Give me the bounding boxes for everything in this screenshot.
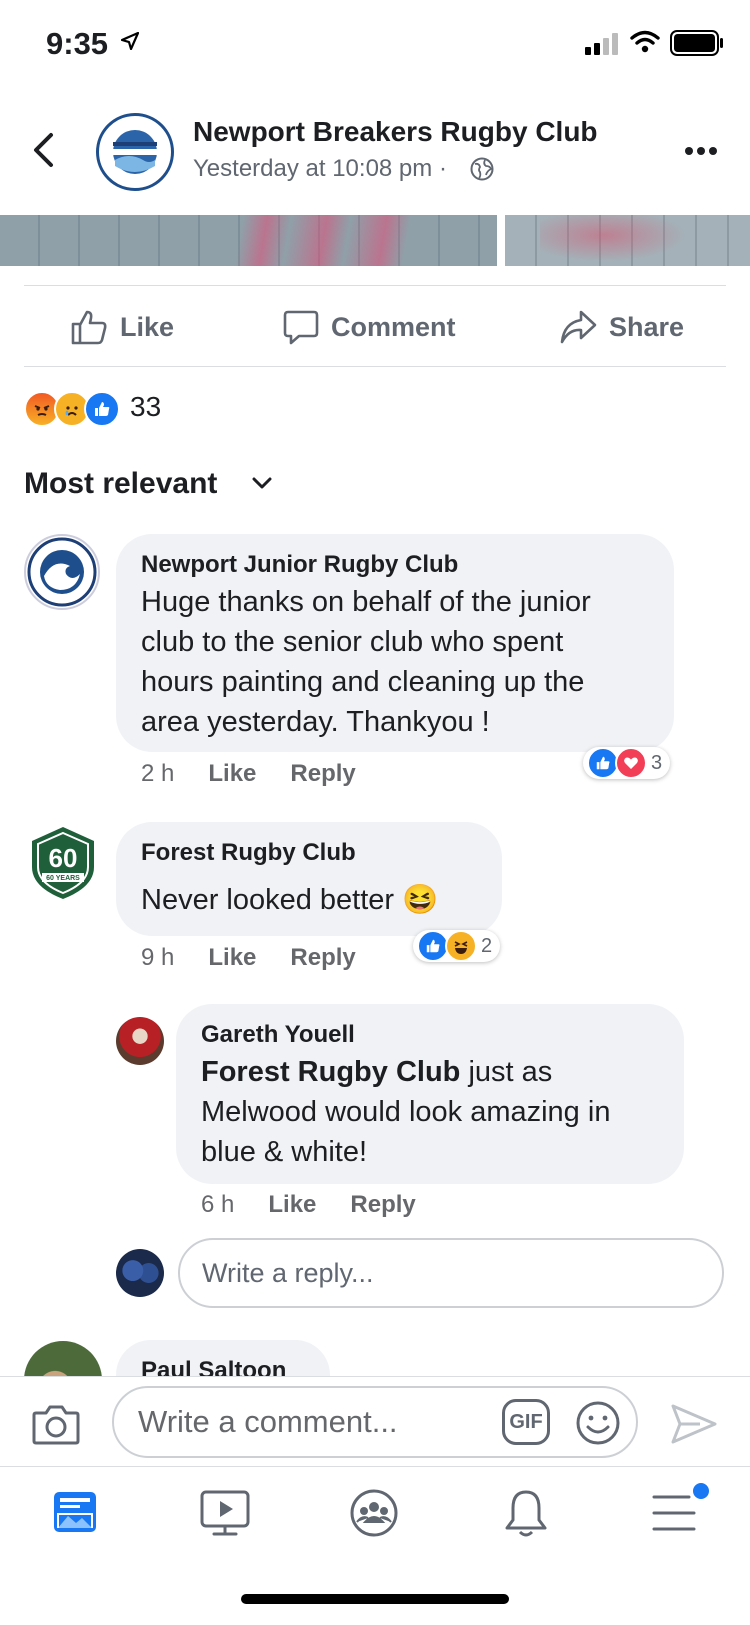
comment-button[interactable]: Comment — [283, 302, 456, 352]
reply-author[interactable]: Gareth Youell — [201, 1021, 355, 1049]
comment-bubble[interactable]: Forest Rugby Club Never looked better 😆 — [116, 822, 502, 936]
battery-icon — [670, 30, 723, 56]
comment-time: 9 h — [141, 944, 175, 971]
chevron-down-icon[interactable] — [252, 476, 272, 490]
reply-bubble[interactable]: Gareth Youell Forest Rugby Club just as … — [176, 1004, 684, 1184]
reaction-count: 3 — [651, 751, 663, 774]
thumbs-up-icon — [71, 310, 107, 345]
comment-label: Comment — [331, 311, 456, 342]
logo-lettering: 60 YEARS — [46, 875, 80, 882]
comment-reactions[interactable]: 2 — [413, 930, 501, 962]
comment-reply-link[interactable]: Reply — [290, 760, 355, 788]
forest-rugby-logo-icon: 60 60 YEARS — [32, 827, 94, 899]
reply-text: Forest Rugby Club just as Melwood would … — [201, 1052, 610, 1172]
comment-like-link[interactable]: Like — [208, 944, 256, 972]
groups-icon[interactable] — [349, 1488, 399, 1538]
avatar[interactable] — [116, 1017, 164, 1065]
reaction-count: 2 — [481, 934, 493, 957]
comment-text-line: Never looked better — [141, 884, 395, 916]
comment-time: 2 h — [141, 760, 175, 787]
comment-text: Huge thanks on behalf of the junior club… — [141, 582, 591, 742]
svg-text:60: 60 — [49, 843, 78, 873]
watch-video-icon[interactable] — [199, 1489, 251, 1537]
haha-reaction-icon — [445, 930, 477, 962]
reaction-summary[interactable] — [24, 391, 120, 427]
more-options-icon[interactable] — [684, 146, 718, 156]
reply-text-line: Melwood would look amazing in — [201, 1096, 611, 1128]
home-indicator — [241, 1594, 509, 1604]
avatar[interactable]: 60 60 YEARS — [24, 823, 102, 901]
wifi-icon — [630, 30, 660, 53]
reply-meta: 6 h Like Reply — [201, 1191, 416, 1219]
share-arrow-icon — [560, 310, 597, 344]
share-label: Share — [609, 311, 685, 342]
current-user-avatar — [116, 1249, 164, 1297]
reply-reply-link[interactable]: Reply — [350, 1191, 415, 1219]
comment-input[interactable]: Write a comment... — [112, 1386, 638, 1458]
laughing-emoji-icon: 😆 — [402, 884, 439, 916]
comment-text: Never looked better 😆 — [141, 880, 438, 920]
cellular-signal-icon — [585, 33, 618, 55]
location-arrow-icon — [121, 32, 139, 50]
comment-text-line: Huge thanks on behalf of the junior — [141, 586, 591, 618]
like-label: Like — [120, 311, 175, 342]
reply-input[interactable]: Write a reply... — [178, 1238, 724, 1308]
divider — [24, 366, 726, 367]
menu-hamburger-icon[interactable] — [651, 1493, 697, 1533]
reply-text-line: just as — [460, 1056, 553, 1088]
comment-reactions[interactable]: 3 — [583, 747, 671, 779]
news-feed-icon[interactable] — [52, 1490, 98, 1534]
newport-junior-logo-icon — [27, 537, 97, 607]
comment-bubble[interactable]: Newport Junior Rugby Club Huge thanks on… — [116, 534, 674, 752]
divider — [24, 285, 726, 286]
send-icon[interactable] — [670, 1403, 718, 1445]
comment-text-line: area yesterday. Thankyou ! — [141, 706, 490, 738]
avatar[interactable] — [24, 534, 100, 610]
reply-time: 6 h — [201, 1191, 235, 1218]
love-reaction-icon — [615, 747, 647, 779]
comment-author[interactable]: Newport Junior Rugby Club — [141, 551, 458, 579]
reaction-count[interactable]: 33 — [130, 391, 161, 423]
comment-sort-dropdown[interactable]: Most relevant — [24, 467, 217, 501]
back-chevron-icon[interactable] — [30, 132, 56, 168]
notifications-bell-icon[interactable] — [503, 1488, 549, 1538]
like-reaction-icon — [84, 391, 120, 427]
gif-button[interactable]: GIF — [502, 1399, 550, 1445]
post-photo-strip[interactable] — [0, 215, 750, 266]
comment-bubble-icon — [283, 310, 319, 345]
comment-author[interactable]: Forest Rugby Club — [141, 839, 356, 867]
page-avatar[interactable] — [96, 113, 174, 191]
comment-text-line: hours painting and cleaning up the — [141, 666, 585, 698]
public-globe-icon — [470, 157, 494, 181]
reply-text-line: blue & white! — [201, 1136, 368, 1168]
comment-text-line: club to the senior club who spent — [141, 626, 564, 658]
status-time: 9:35 — [46, 26, 109, 61]
post-timestamp: Yesterday at 10:08 pm · — [193, 155, 447, 182]
page-title[interactable]: Newport Breakers Rugby Club — [193, 116, 598, 148]
comment-like-link[interactable]: Like — [208, 760, 256, 788]
menu-notification-dot — [691, 1481, 711, 1501]
share-button[interactable]: Share — [559, 302, 684, 352]
reply-like-link[interactable]: Like — [268, 1191, 316, 1219]
breakers-logo-icon — [100, 117, 170, 187]
camera-icon[interactable] — [32, 1403, 80, 1445]
comment-meta: 2 h Like Reply — [141, 760, 356, 788]
like-button[interactable]: Like — [70, 302, 174, 352]
mention-link[interactable]: Forest Rugby Club — [201, 1056, 460, 1088]
comment-reply-link[interactable]: Reply — [290, 944, 355, 972]
comment-meta: 9 h Like Reply — [141, 944, 356, 972]
emoji-smiley-icon[interactable] — [575, 1400, 621, 1446]
